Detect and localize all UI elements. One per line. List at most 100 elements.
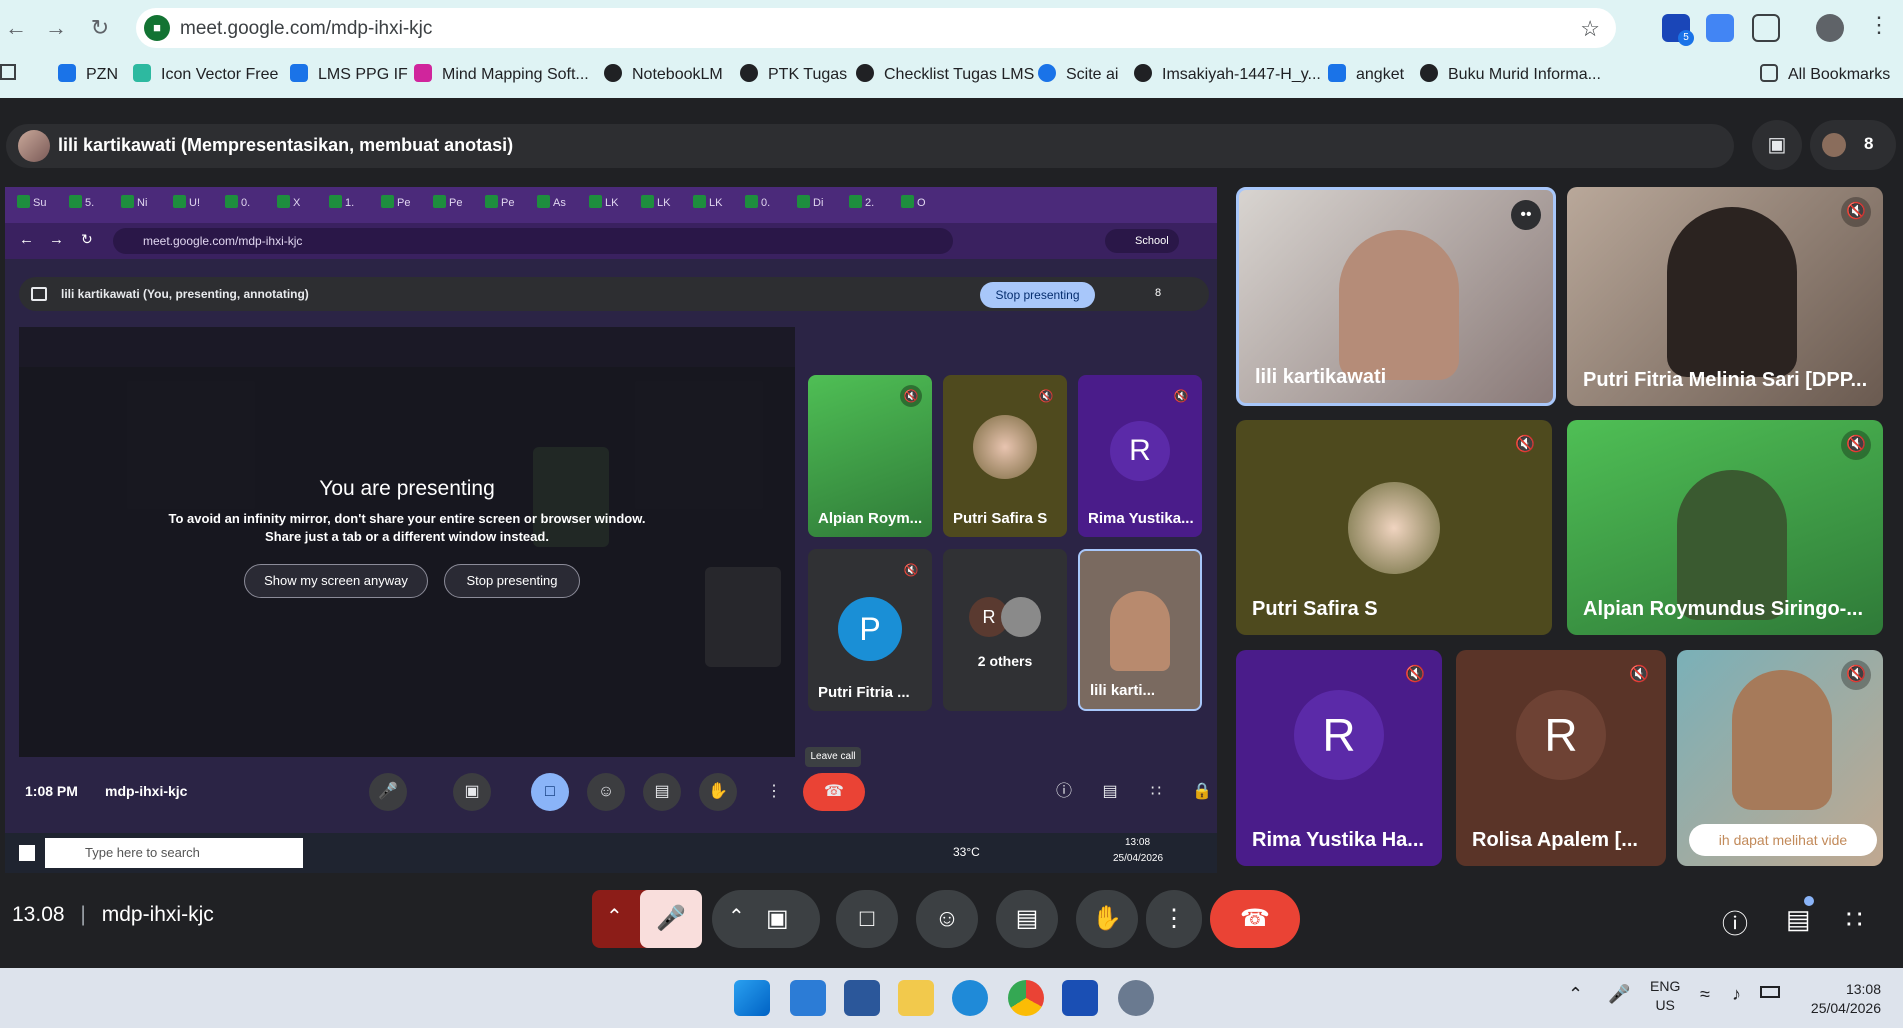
avatar <box>1001 597 1041 637</box>
inner-forward-icon: → <box>49 231 64 248</box>
bookmark-item[interactable]: Icon Vector Free <box>133 64 278 84</box>
tab-favicon-icon <box>17 195 30 208</box>
bookmark-item[interactable]: Scite ai <box>1038 64 1118 84</box>
chevron-up-icon[interactable]: ⌃ <box>606 904 623 929</box>
bookmark-item[interactable]: Imsakiyah-1447-H_y... <box>1134 64 1321 84</box>
star-icon[interactable]: ☆ <box>1580 16 1600 42</box>
more-options-button[interactable]: ⋮ <box>1146 890 1202 948</box>
settings-icon[interactable] <box>1118 980 1154 1016</box>
battery-icon[interactable] <box>1760 986 1780 998</box>
back-icon[interactable]: ← <box>0 12 32 44</box>
inner-profile: School <box>1105 229 1179 253</box>
vscode-icon[interactable] <box>790 980 826 1016</box>
volume-icon[interactable]: ♪ <box>1732 984 1741 1005</box>
site-info-icon[interactable]: ■ <box>144 15 170 41</box>
reload-icon[interactable]: ↻ <box>84 12 116 44</box>
inner-tab: Pe <box>485 195 535 215</box>
present-button[interactable]: □ <box>836 890 898 948</box>
inner-tab-strip: Su 5. Ni U! 0. X 1. Pe Pe Pe As LK LK LK 0. Di 2. O <box>5 187 1217 223</box>
participant-name: Alpian Roymundus Siringo-... <box>1583 598 1863 620</box>
participant-tile[interactable]: R 🔇 Rolisa Apalem [... <box>1456 650 1666 866</box>
inner-url: meet.google.com/mdp-ihxi-kjc <box>143 234 303 248</box>
chevron-up-icon[interactable]: ⌃ <box>1568 984 1583 1005</box>
presenting-title: You are presenting <box>319 477 495 500</box>
system-date: 25/04/2026 <box>1810 1000 1881 1016</box>
info-icon[interactable]: ⓘ <box>1722 904 1748 941</box>
participant-tile[interactable]: 🔇 Alpian Roymundus Siringo-... <box>1567 420 1883 635</box>
participant-name: lili kartikawati <box>1255 366 1387 388</box>
folder-icon[interactable] <box>898 980 934 1016</box>
language-indicator[interactable]: ENG US <box>1650 977 1680 1015</box>
participant-tile[interactable]: R 🔇 Rima Yustika Ha... <box>1236 650 1442 866</box>
puzzle-icon[interactable] <box>1752 14 1780 42</box>
chevron-up-icon[interactable]: ⌃ <box>728 904 745 929</box>
leave-call-button[interactable]: ☎ <box>1210 890 1300 948</box>
profile-avatar[interactable] <box>1816 14 1844 42</box>
wifi-icon[interactable]: ≈ <box>1700 984 1710 1005</box>
inner-tab: 2. <box>849 195 899 215</box>
inner-tab: As <box>537 195 587 215</box>
mic-off-icon: 🔇 <box>1173 389 1189 403</box>
activities-icon[interactable]: ∷ <box>1846 904 1863 935</box>
inner-toolbar: ← → ↻ meet.google.com/mdp-ihxi-kjc Schoo… <box>5 223 1217 259</box>
inner-tile: lili karti... <box>1078 549 1202 711</box>
infinity-mirror-preview: You are presenting To avoid an infinity … <box>19 327 795 757</box>
activities-icon: ∷ <box>1150 783 1162 800</box>
inner-tile-name: Putri Fitria ... <box>818 684 910 701</box>
inner-taskbar-search: Type here to search <box>45 838 303 868</box>
address-bar[interactable]: ■ meet.google.com/mdp-ihxi-kjc ☆ <box>136 8 1616 48</box>
store-icon[interactable] <box>1062 980 1098 1016</box>
raise-hand-button[interactable]: ✋ <box>1076 890 1138 948</box>
mic-off-icon: 🔇 <box>903 563 919 577</box>
language-line: ENG <box>1650 978 1681 994</box>
inner-back-icon: ← <box>19 231 34 248</box>
forward-icon[interactable]: → <box>40 12 72 44</box>
mic-icon[interactable]: 🎤 <box>1608 984 1630 1005</box>
participant-name: Rolisa Apalem [... <box>1472 829 1638 851</box>
participants-button[interactable]: 8 <box>1810 120 1896 170</box>
bookmark-item[interactable]: Buku Murid Informa... <box>1420 64 1601 84</box>
bookmark-item[interactable]: PZN <box>58 64 118 84</box>
bookmark-item[interactable]: LMS PPG IF <box>290 64 408 84</box>
word-icon[interactable] <box>844 980 880 1016</box>
participant-tile[interactable]: 🔇 ih dapat melihat vide <box>1677 650 1883 866</box>
participant-tile[interactable]: 🔇 Putri Safira S <box>1236 420 1552 635</box>
edge-icon[interactable] <box>952 980 988 1016</box>
menu-icon[interactable]: ⋮ <box>1868 12 1890 38</box>
inner-tab: 1. <box>329 195 379 215</box>
start-icon[interactable] <box>734 980 770 1016</box>
mic-off-button[interactable]: 🎤 <box>640 890 702 948</box>
all-bookmarks[interactable]: All Bookmarks <box>1760 64 1890 84</box>
participant-name: Putri Safira S <box>1252 598 1378 620</box>
emoji-icon: ☺ <box>587 773 625 811</box>
avatar <box>1110 591 1170 671</box>
participant-tile[interactable]: 🔇 Putri Fitria Melinia Sari [DPP... <box>1567 187 1883 406</box>
bookmark-item[interactable]: Checklist Tugas LMS <box>856 64 1034 84</box>
emoji-button[interactable]: ☺ <box>916 890 978 948</box>
bookmark-item[interactable]: angket <box>1328 64 1404 84</box>
presentation-screen: Su 5. Ni U! 0. X 1. Pe Pe Pe As LK LK LK 0. Di 2. O ← → ↻… <box>5 187 1217 873</box>
camera-icon[interactable]: ▣ <box>766 904 789 933</box>
translate-icon[interactable] <box>1706 14 1734 42</box>
inner-tab-label: 5. <box>85 197 95 209</box>
inner-tab-label: X <box>293 197 301 209</box>
chat-icon[interactable]: ▤ <box>1786 904 1811 935</box>
presenting-message-line2: Share just a tab or a different window i… <box>265 529 549 544</box>
presenter-banner-text: lili kartikawati (Mempresentasikan, memb… <box>58 135 514 155</box>
captions-button[interactable]: ▤ <box>996 890 1058 948</box>
apps-icon[interactable] <box>0 64 16 80</box>
camera-icon: ▣ <box>453 773 491 811</box>
bookmark-item[interactable]: Mind Mapping Soft... <box>414 64 589 84</box>
tab-favicon-icon <box>641 195 654 208</box>
mic-off-icon: 🔇 <box>1629 666 1649 683</box>
show-screen-anyway-button: Show my screen anyway <box>244 564 428 598</box>
tab-favicon-icon <box>69 195 82 208</box>
bookmark-item[interactable]: NotebookLM <box>604 64 723 84</box>
chrome-icon[interactable] <box>1008 980 1044 1016</box>
no-recording-icon[interactable]: ▣ <box>1752 120 1802 170</box>
inner-banner-text: lili kartikawati (You, presenting, annot… <box>61 287 309 301</box>
inner-tile: 🔇 Alpian Roym... <box>808 375 932 537</box>
bookmark-item[interactable]: PTK Tugas <box>740 64 847 84</box>
system-clock[interactable]: 13:08 25/04/2026 <box>1811 980 1881 1018</box>
participant-tile[interactable]: •• lili kartikawati <box>1236 187 1556 406</box>
